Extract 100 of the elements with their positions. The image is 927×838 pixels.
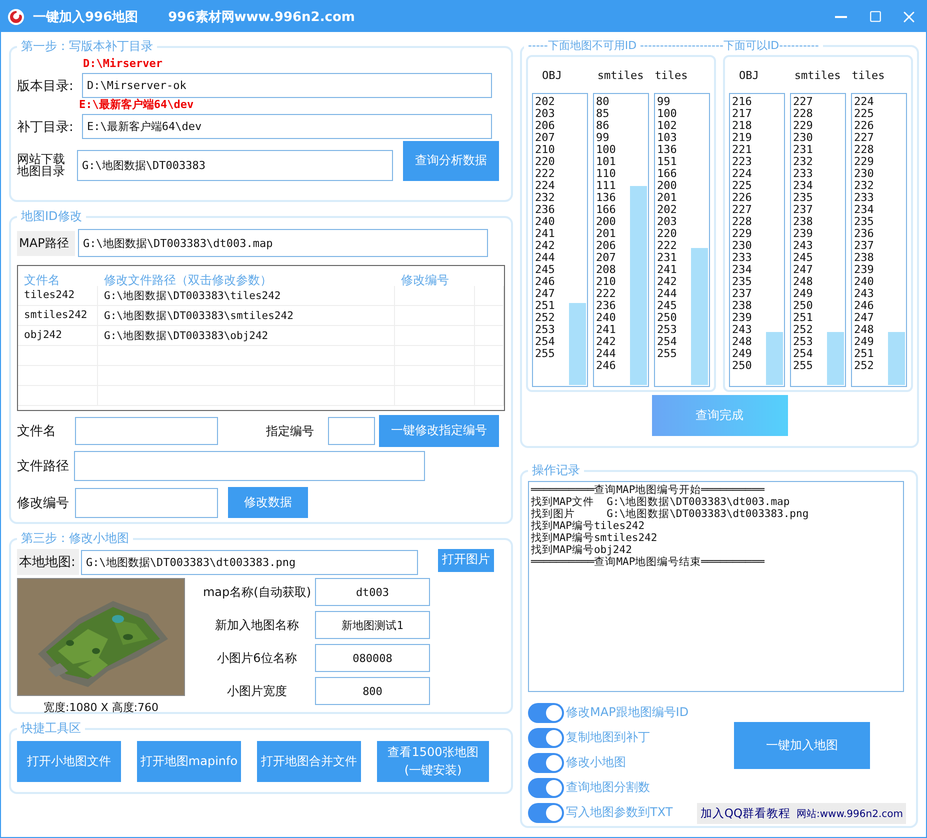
file-path-field[interactable] — [74, 451, 425, 481]
column-header: OBJ — [542, 68, 562, 82]
list-item: 238 — [732, 300, 753, 312]
log-line: ══════════查询MAP地图编号结束══════════ — [531, 556, 766, 568]
list-item: 234 — [732, 264, 753, 276]
id-list[interactable]: 227 228 229 230 231 232 233 234 235 237 238 239 243 245 247 248 249 250 251 252 253 254 255 — [790, 93, 846, 387]
column-header: tiles — [654, 68, 688, 82]
list-item: 238 — [793, 216, 814, 228]
column-header: smtiles — [794, 68, 841, 82]
toggle-label: 修改MAP跟地图编号ID — [566, 704, 689, 721]
list-item: 237 — [732, 288, 753, 300]
path-field[interactable]: G:\地图数据\DT003383\dt003.map — [78, 229, 488, 257]
toggle-switch[interactable] — [528, 702, 564, 722]
list-item: 250 — [732, 360, 753, 372]
list-item: 203 — [535, 108, 556, 120]
list-item: 111 — [596, 180, 617, 192]
field-label: 版本目录: — [17, 78, 74, 94]
list-item: 255 — [535, 348, 556, 360]
list-item: 220 — [657, 228, 678, 240]
scrollbar-thumb[interactable] — [827, 332, 844, 385]
list-item: 248 — [854, 324, 875, 336]
id-list[interactable]: 216 217 218 219 221 223 224 225 226 227 228 229 230 233 234 235 237 238 239 243 248 249 250 — [729, 93, 785, 387]
list-item: 166 — [596, 204, 617, 216]
toggle-switch[interactable] — [528, 778, 564, 798]
toggle-switch[interactable] — [528, 802, 564, 822]
id-list[interactable]: 80 85 86 99 100 101 110 111 136 166 200 201 206 207 208 210 222 236 240 241 242 244 246 — [593, 93, 649, 387]
list-item: 202 — [535, 96, 556, 108]
list-item: 221 — [732, 144, 753, 156]
log-line: 找到图片 G:\地图数据\DT003383\dt003383.png — [531, 508, 810, 520]
list-item: 241 — [657, 264, 678, 276]
list-item: 251 — [854, 348, 875, 360]
path-field[interactable]: E:\最新客户端64\dev — [82, 114, 492, 139]
edit-number-field[interactable] — [75, 488, 218, 518]
scrollbar-thumb[interactable] — [691, 248, 708, 385]
list-item: 233 — [732, 252, 753, 264]
list-item: 248 — [732, 336, 753, 348]
list-item: 252 — [793, 324, 814, 336]
table-cell: G:\地图数据\DT003383\obj242 — [98, 326, 395, 346]
id-list[interactable]: 99 100 102 103 136 151 166 200 201 202 203 220 222 231 241 242 244 245 250 253 254 255 — [654, 93, 710, 387]
list-item: 99 — [596, 132, 610, 144]
list-item: 232 — [535, 192, 556, 204]
list-item: 216 — [732, 96, 753, 108]
list-item: 245 — [793, 252, 814, 264]
column-header: 文件名 — [23, 272, 61, 289]
list-item: 100 — [596, 144, 617, 156]
list-item: 237 — [854, 240, 875, 252]
field-label: 本地地图: — [17, 549, 79, 575]
scrollbar-thumb[interactable] — [888, 332, 905, 385]
list-item: 232 — [793, 156, 814, 168]
number-field[interactable] — [328, 417, 375, 445]
text-field[interactable]: dt003 — [315, 578, 430, 606]
list-item: 136 — [596, 192, 617, 204]
field-label: 新加入地图名称 — [214, 616, 300, 634]
column-header: smtiles — [597, 68, 644, 82]
group-title: -----下面地图不可用ID ---------------------下面可以ID---------- — [527, 38, 820, 53]
field-label: 小图片宽度 — [226, 682, 288, 700]
text-field[interactable]: 080008 — [315, 644, 430, 672]
list-item: 245 — [657, 300, 678, 312]
file-name-field[interactable] — [75, 417, 218, 445]
list-item: 254 — [793, 348, 814, 360]
list-item: 253 — [535, 324, 556, 336]
field-label: 小图片6位名称 — [216, 650, 298, 666]
log-line: ══════════查询MAP地图编号开始══════════ — [531, 484, 766, 496]
list-item: 251 — [535, 300, 556, 312]
table-cell: G:\地图数据\DT003383\tiles242 — [98, 286, 395, 306]
text-field[interactable]: 新地图测试1 — [315, 611, 430, 639]
text-field[interactable]: 800 — [315, 677, 430, 705]
list-item: 243 — [732, 324, 753, 336]
path-field[interactable]: G:\地图数据\DT003383 — [77, 150, 393, 180]
window-subtitle: 996素材网www.996n2.com — [168, 8, 355, 26]
table-cell — [475, 326, 504, 346]
list-item: 230 — [854, 168, 875, 180]
scrollbar-thumb[interactable] — [766, 332, 783, 385]
toggle-label: 修改小地图 — [566, 754, 626, 771]
scrollbar-thumb[interactable] — [630, 186, 647, 385]
table-cell: G:\地图数据\DT003383\smtiles242 — [98, 306, 395, 326]
list-item: 242 — [596, 336, 617, 348]
group-title: 地图ID修改 — [20, 208, 83, 225]
list-item: 224 — [732, 168, 753, 180]
path-field[interactable]: G:\地图数据\DT003383\dt003383.png — [81, 550, 418, 574]
list-item: 217 — [732, 108, 753, 120]
list-item: 200 — [657, 180, 678, 192]
list-item: 229 — [854, 156, 875, 168]
list-item: 239 — [793, 228, 814, 240]
list-item: 244 — [596, 348, 617, 360]
list-item: 234 — [793, 180, 814, 192]
list-item: 206 — [535, 120, 556, 132]
list-item: 85 — [596, 108, 610, 120]
list-item: 252 — [854, 360, 875, 372]
id-list[interactable]: 202 203 206 207 210 220 222 224 232 236 240 241 242 244 245 246 247 251 252 253 254 255 — [532, 93, 588, 387]
list-item: 103 — [657, 132, 678, 144]
list-item: 80 — [596, 96, 610, 108]
id-list[interactable]: 224 225 226 227 228 229 230 232 233 234 235 236 237 238 239 240 243 246 247 248 249 251 252 — [851, 93, 907, 387]
list-item: 86 — [596, 120, 610, 132]
toggle-switch[interactable] — [528, 752, 564, 772]
list-item: 136 — [657, 144, 678, 156]
toggle-switch[interactable] — [528, 728, 564, 748]
list-item: 240 — [854, 276, 875, 288]
scrollbar-thumb[interactable] — [569, 303, 586, 385]
path-field[interactable]: D:\Mirserver-ok — [82, 73, 492, 98]
